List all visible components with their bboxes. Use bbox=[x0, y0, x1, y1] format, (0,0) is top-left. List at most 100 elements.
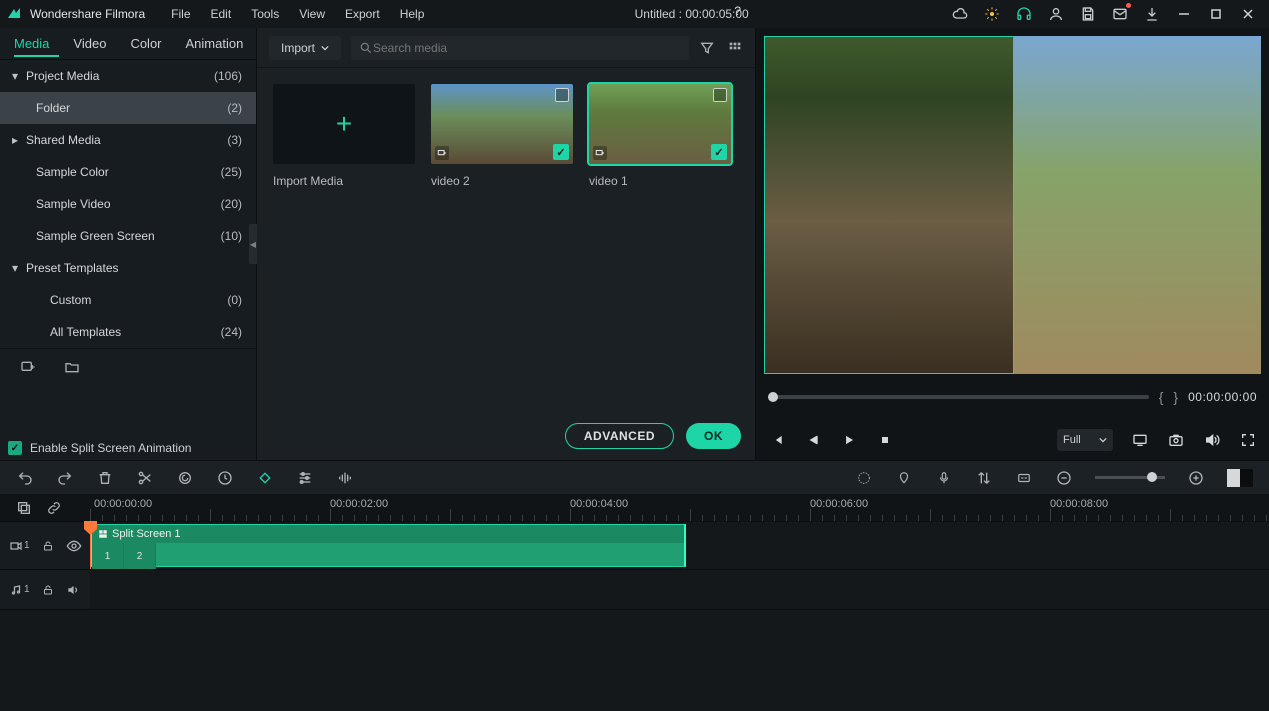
redo-button[interactable] bbox=[56, 469, 74, 487]
caption-icon[interactable] bbox=[1015, 469, 1033, 487]
stop-button[interactable] bbox=[876, 431, 894, 449]
lock-icon[interactable] bbox=[42, 539, 54, 553]
import-media-card[interactable]: + Import Media bbox=[273, 84, 415, 188]
mail-icon[interactable] bbox=[1111, 5, 1129, 23]
play-button[interactable] bbox=[840, 431, 858, 449]
mic-icon[interactable] bbox=[935, 469, 953, 487]
preview-split-left[interactable] bbox=[764, 36, 1014, 374]
tab-animation[interactable]: Animation bbox=[186, 30, 254, 57]
mixer-icon[interactable] bbox=[975, 469, 993, 487]
preview-scrub-bar[interactable] bbox=[768, 395, 1149, 399]
fullscreen-icon[interactable] bbox=[1239, 431, 1257, 449]
slider-knob[interactable] bbox=[1147, 472, 1157, 482]
zoom-in-button[interactable] bbox=[1187, 469, 1205, 487]
scrub-knob[interactable] bbox=[768, 392, 778, 402]
window-maximize-button[interactable] bbox=[1207, 5, 1225, 23]
tab-video[interactable]: Video bbox=[73, 30, 116, 57]
save-icon[interactable] bbox=[1079, 5, 1097, 23]
tree-sample-color[interactable]: Sample Color (25) bbox=[0, 156, 256, 188]
media-card-video2[interactable]: ✓ video 2 bbox=[431, 84, 573, 188]
stack-icon[interactable] bbox=[16, 500, 32, 516]
menu-view[interactable]: View bbox=[291, 3, 333, 25]
advanced-button[interactable]: ADVANCED bbox=[565, 423, 674, 449]
audio-track-body[interactable] bbox=[90, 570, 1269, 609]
play-backward-button[interactable] bbox=[804, 431, 822, 449]
add-to-timeline-icon[interactable] bbox=[435, 146, 449, 160]
audio-wave-button[interactable] bbox=[336, 469, 354, 487]
zoom-slider[interactable] bbox=[1095, 476, 1165, 479]
render-icon[interactable] bbox=[855, 469, 873, 487]
keyframe-button[interactable] bbox=[256, 469, 274, 487]
effects-icon[interactable] bbox=[983, 5, 1001, 23]
tree-custom[interactable]: Custom (0) bbox=[0, 284, 256, 316]
marker-out-icon[interactable]: } bbox=[1173, 389, 1178, 405]
link-icon[interactable] bbox=[46, 500, 62, 516]
marker-icon[interactable] bbox=[895, 469, 913, 487]
menu-help[interactable]: Help bbox=[392, 3, 433, 25]
preview-fit-select[interactable]: Full bbox=[1057, 429, 1113, 451]
tree-preset-templates[interactable]: ▾Preset Templates bbox=[0, 252, 256, 284]
timeline-empty-area[interactable] bbox=[0, 610, 1269, 711]
marker-in-icon[interactable]: { bbox=[1159, 389, 1164, 405]
mute-icon[interactable] bbox=[66, 583, 80, 597]
add-to-timeline-icon[interactable] bbox=[593, 146, 607, 160]
tree-shared-media[interactable]: ▸Shared Media (3) bbox=[0, 124, 256, 156]
search-input-wrap[interactable] bbox=[351, 36, 689, 60]
tab-color[interactable]: Color bbox=[130, 30, 171, 57]
menu-file[interactable]: File bbox=[163, 3, 198, 25]
eye-icon[interactable] bbox=[66, 540, 82, 552]
undo-button[interactable] bbox=[16, 469, 34, 487]
search-input[interactable] bbox=[373, 41, 681, 55]
tree-project-media[interactable]: ▾Project Media (106) bbox=[0, 60, 256, 92]
clip-cell-2[interactable]: 2 bbox=[124, 543, 156, 569]
titlebar: Wondershare Filmora File Edit Tools View… bbox=[0, 0, 1269, 28]
new-project-icon[interactable] bbox=[20, 359, 36, 375]
media-card-video1[interactable]: ✓ video 1 bbox=[589, 84, 731, 188]
preview-controls: Full bbox=[756, 420, 1269, 460]
split-button[interactable] bbox=[136, 469, 154, 487]
window-close-button[interactable] bbox=[1239, 5, 1257, 23]
filter-icon[interactable] bbox=[699, 40, 715, 56]
speed-button[interactable] bbox=[216, 469, 234, 487]
tree-folder[interactable]: Folder (2) bbox=[0, 92, 256, 124]
help-icon[interactable]: ? bbox=[734, 4, 741, 18]
preview-split-right[interactable] bbox=[1014, 36, 1262, 374]
tree-sample-video[interactable]: Sample Video (20) bbox=[0, 188, 256, 220]
menu-tools[interactable]: Tools bbox=[243, 3, 287, 25]
ok-button[interactable]: OK bbox=[686, 423, 741, 449]
timeline: 00:00:00:00 00:00:02:00 00:00:04:00 00:0… bbox=[0, 494, 1269, 711]
tree-all-templates[interactable]: All Templates (24) bbox=[0, 316, 256, 348]
prev-frame-button[interactable] bbox=[768, 431, 786, 449]
delete-button[interactable] bbox=[96, 469, 114, 487]
expand-icon[interactable] bbox=[713, 88, 727, 102]
collapse-handle[interactable]: ◀ bbox=[249, 224, 257, 264]
user-icon[interactable] bbox=[1047, 5, 1065, 23]
snapshot-icon[interactable] bbox=[1167, 431, 1185, 449]
expand-icon[interactable] bbox=[555, 88, 569, 102]
video-track-body[interactable]: Split Screen 1 1 2 bbox=[90, 522, 1269, 569]
split-screen-clip[interactable]: Split Screen 1 1 2 bbox=[90, 524, 686, 567]
adjust-button[interactable] bbox=[296, 469, 314, 487]
time-ruler[interactable]: 00:00:00:00 00:00:02:00 00:00:04:00 00:0… bbox=[90, 494, 1269, 521]
menu-edit[interactable]: Edit bbox=[203, 3, 240, 25]
clip-cell-1[interactable]: 1 bbox=[92, 543, 124, 569]
tab-media[interactable]: Media bbox=[14, 30, 59, 57]
lock-icon[interactable] bbox=[42, 583, 54, 597]
crop-button[interactable] bbox=[176, 469, 194, 487]
enable-split-animation-checkbox[interactable]: ✓ Enable Split Screen Animation bbox=[8, 434, 191, 462]
headphones-icon[interactable] bbox=[1015, 5, 1033, 23]
download-icon[interactable] bbox=[1143, 5, 1161, 23]
view-toggle[interactable] bbox=[1227, 469, 1253, 487]
cloud-icon[interactable] bbox=[951, 5, 969, 23]
zoom-out-button[interactable] bbox=[1055, 469, 1073, 487]
window-minimize-button[interactable] bbox=[1175, 5, 1193, 23]
playhead[interactable] bbox=[90, 522, 91, 569]
tree-sample-green[interactable]: Sample Green Screen (10) bbox=[0, 220, 256, 252]
menu-export[interactable]: Export bbox=[337, 3, 388, 25]
new-folder-icon[interactable] bbox=[64, 359, 80, 375]
grid-view-icon[interactable] bbox=[727, 40, 743, 56]
preview-viewport[interactable] bbox=[756, 28, 1269, 374]
display-icon[interactable] bbox=[1131, 431, 1149, 449]
volume-icon[interactable] bbox=[1203, 431, 1221, 449]
import-button[interactable]: Import bbox=[269, 36, 341, 60]
